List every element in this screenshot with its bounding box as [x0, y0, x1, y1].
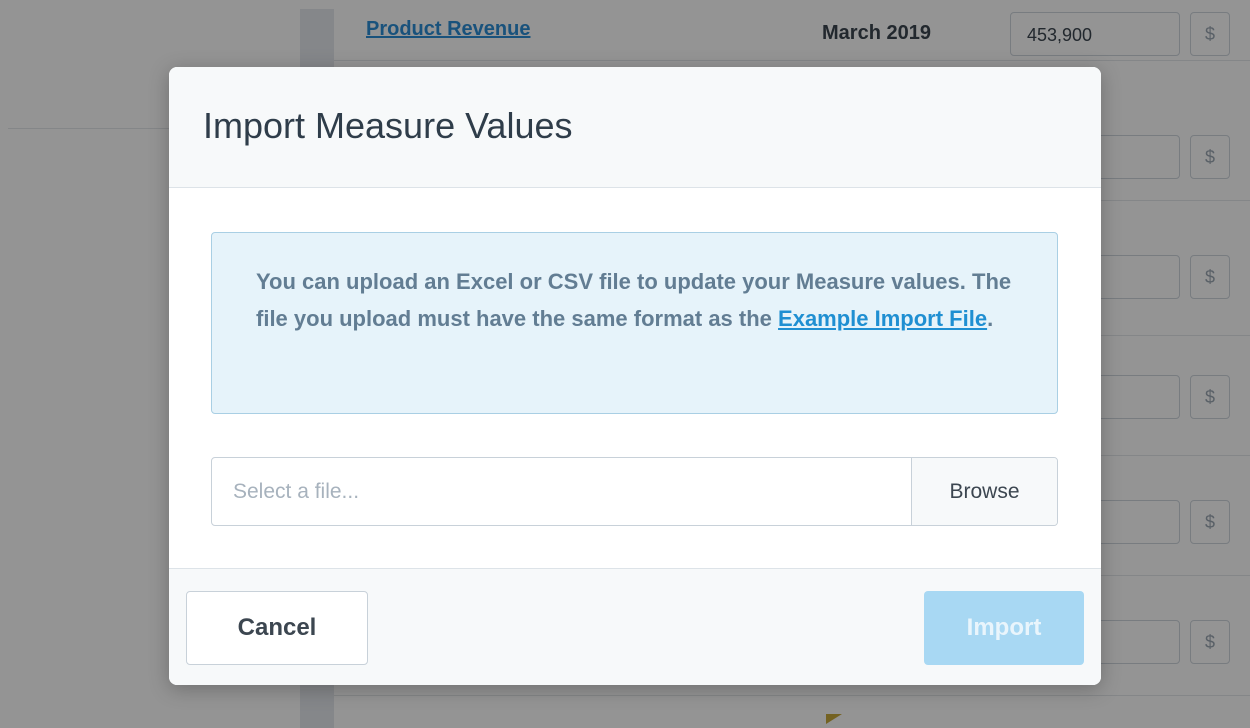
modal-header: Import Measure Values — [169, 67, 1101, 188]
browse-button[interactable]: Browse — [911, 458, 1057, 525]
import-button[interactable]: Import — [924, 591, 1084, 665]
cancel-button[interactable]: Cancel — [186, 591, 368, 665]
file-picker: Browse — [211, 457, 1058, 526]
example-import-file-link[interactable]: Example Import File — [778, 306, 987, 331]
modal-title: Import Measure Values — [203, 105, 573, 146]
import-modal: Import Measure Values You can upload an … — [169, 67, 1101, 685]
modal-footer: Cancel Import — [169, 568, 1101, 685]
info-alert: You can upload an Excel or CSV file to u… — [211, 232, 1058, 414]
info-suffix: . — [987, 306, 994, 331]
file-path-input[interactable] — [212, 458, 911, 525]
